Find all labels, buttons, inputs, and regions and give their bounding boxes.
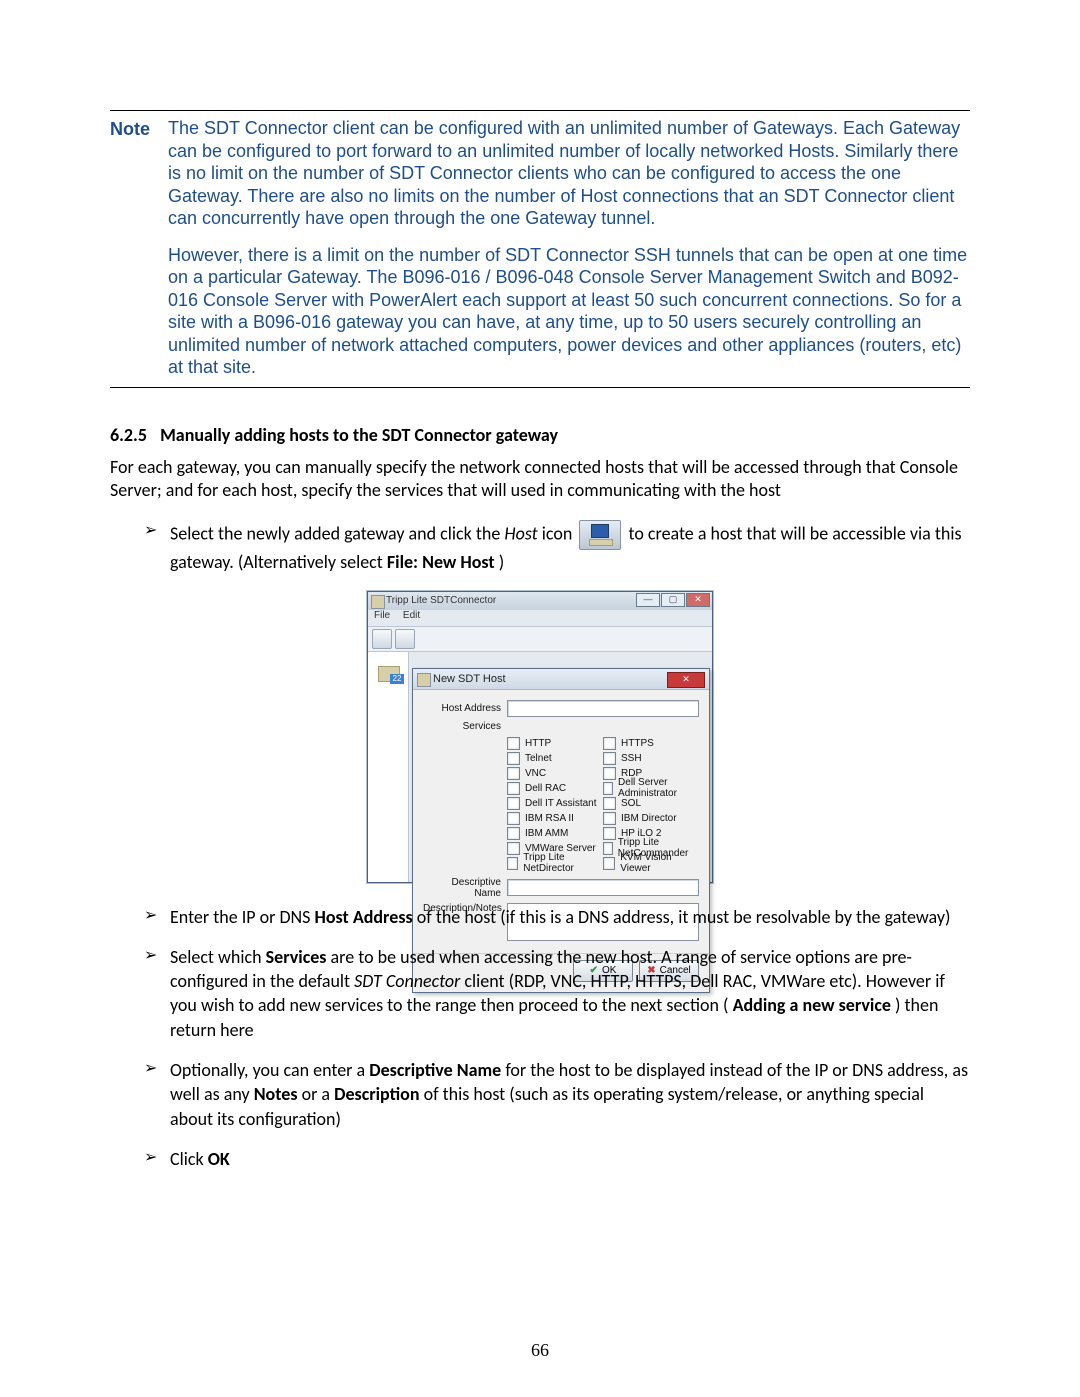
bullet-5: Click OK bbox=[144, 1147, 970, 1171]
tree-pane: 22 bbox=[368, 652, 409, 882]
service-checkbox[interactable]: Dell IT Assistant bbox=[507, 796, 603, 811]
toolbar-button-gateway[interactable] bbox=[372, 629, 392, 649]
menu-edit[interactable]: Edit bbox=[403, 610, 420, 621]
note-para-1: The SDT Connector client can be configur… bbox=[168, 117, 970, 230]
menu-bar: File Edit bbox=[368, 610, 712, 626]
toolbar-button-host[interactable] bbox=[395, 629, 415, 649]
service-checkbox[interactable]: VNC bbox=[507, 766, 603, 781]
section-number: 6.2.5 bbox=[110, 424, 156, 446]
app-icon bbox=[371, 595, 385, 609]
close-button[interactable]: ✕ bbox=[686, 593, 710, 607]
section-title: Manually adding hosts to the SDT Connect… bbox=[160, 424, 558, 446]
descriptive-name-label: Descriptive Name bbox=[423, 877, 507, 899]
dialog-icon bbox=[417, 673, 431, 687]
text: ) bbox=[499, 551, 504, 573]
service-checkbox[interactable]: HTTP bbox=[507, 736, 603, 751]
dialog-close-button[interactable]: ✕ bbox=[667, 672, 705, 688]
window-titlebar: Tripp Lite SDTConnector — ▢ ✕ bbox=[368, 592, 712, 610]
note-para-2: However, there is a limit on the number … bbox=[168, 244, 970, 379]
service-checkbox[interactable]: Dell Server Administrator bbox=[603, 781, 699, 796]
intro-paragraph: For each gateway, you can manually speci… bbox=[110, 456, 970, 503]
bullet-4: Optionally, you can enter a Descriptive … bbox=[144, 1058, 970, 1131]
new-host-dialog: New SDT Host ✕ Host Address Services HTT… bbox=[412, 668, 710, 993]
toolbar bbox=[368, 626, 712, 652]
service-checkbox[interactable]: Dell RAC bbox=[507, 781, 603, 796]
service-checkbox[interactable]: IBM AMM bbox=[507, 826, 603, 841]
host-address-label: Host Address bbox=[423, 703, 507, 714]
bullet-3: Select which Services are to be used whe… bbox=[144, 945, 970, 1042]
gateway-port-badge: 22 bbox=[390, 674, 404, 684]
host-italic: Host bbox=[504, 523, 537, 545]
host-icon bbox=[579, 520, 621, 550]
note-label: Note bbox=[110, 119, 150, 139]
dialog-titlebar: New SDT Host ✕ bbox=[413, 669, 709, 690]
maximize-button[interactable]: ▢ bbox=[661, 593, 685, 607]
host-address-input[interactable] bbox=[507, 700, 699, 717]
section-heading: 6.2.5 Manually adding hosts to the SDT C… bbox=[110, 424, 970, 446]
minimize-button[interactable]: — bbox=[636, 593, 660, 607]
bullet-2: Enter the IP or DNS Host Address of the … bbox=[144, 905, 970, 929]
menu-file[interactable]: File bbox=[374, 610, 390, 621]
service-checkbox[interactable]: IBM RSA II bbox=[507, 811, 603, 826]
menu-bold: File: New Host bbox=[387, 551, 495, 573]
dialog-title: New SDT Host bbox=[433, 673, 506, 685]
service-checkbox[interactable]: HTTPS bbox=[603, 736, 699, 751]
service-checkbox[interactable]: SSH bbox=[603, 751, 699, 766]
descriptive-name-input[interactable] bbox=[507, 879, 699, 896]
window-title: Tripp Lite SDTConnector bbox=[386, 595, 496, 606]
screenshot-window: Tripp Lite SDTConnector — ▢ ✕ File Edit … bbox=[367, 591, 713, 883]
text: Select the newly added gateway and click… bbox=[170, 523, 504, 545]
bullet-1: Select the newly added gateway and click… bbox=[144, 520, 970, 574]
service-checkbox[interactable]: Telnet bbox=[507, 751, 603, 766]
service-checkbox[interactable]: IBM Director bbox=[603, 811, 699, 826]
note-block: Note The SDT Connector client can be con… bbox=[110, 110, 970, 388]
text: icon bbox=[542, 523, 577, 545]
service-checkbox[interactable]: Tripp Lite NetDirector bbox=[507, 856, 603, 871]
page-number: 66 bbox=[0, 1340, 1080, 1361]
services-label: Services bbox=[423, 721, 507, 732]
